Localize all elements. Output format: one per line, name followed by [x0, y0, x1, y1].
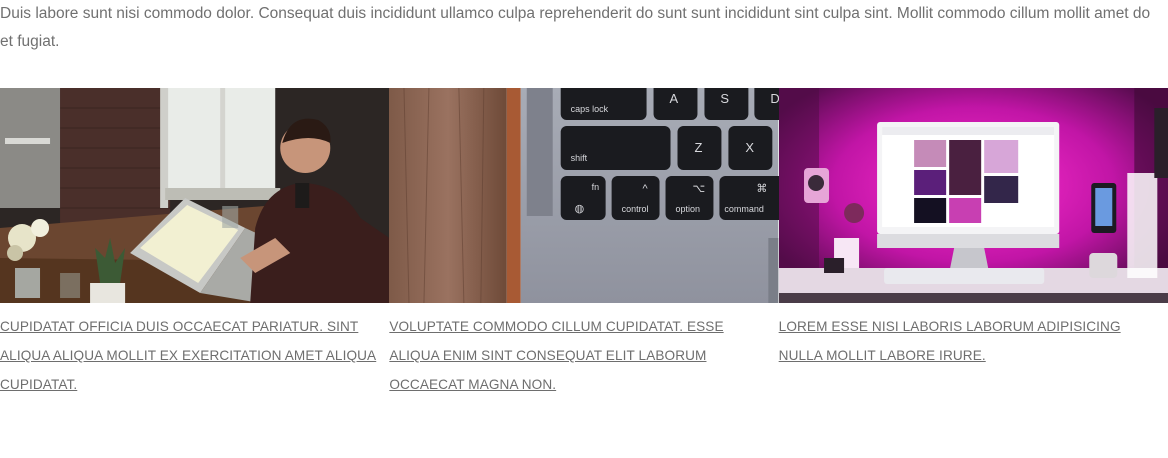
svg-text:D: D: [771, 91, 779, 106]
pink-desk-setup-photo: [778, 88, 1168, 303]
svg-text:control: control: [622, 204, 649, 214]
card-grid: CUPIDATAT OFFICIA DUIS OCCAECAT PARIATUR…: [0, 88, 1168, 399]
card-2-image[interactable]: caps lock A S D shift Z X fn ◍ ^ control…: [389, 88, 779, 303]
card-3-image[interactable]: [778, 88, 1168, 303]
svg-text:Z: Z: [695, 140, 703, 155]
card-1[interactable]: CUPIDATAT OFFICIA DUIS OCCAECAT PARIATUR…: [0, 88, 390, 399]
svg-text:◍: ◍: [575, 203, 585, 215]
intro-paragraph: Duis labore sunt nisi commodo dolor. Con…: [0, 5, 1151, 50]
card-2-caption-link[interactable]: VOLUPTATE COMMODO CILLUM CUPIDATAT. ESSE…: [389, 312, 778, 399]
svg-text:⌘: ⌘: [757, 183, 768, 195]
svg-text:S: S: [721, 91, 730, 106]
svg-text:fn: fn: [592, 182, 599, 192]
person-laptop-photo: [0, 88, 390, 303]
card-1-caption-link[interactable]: CUPIDATAT OFFICIA DUIS OCCAECAT PARIATUR…: [0, 312, 389, 399]
card-3-caption-link[interactable]: LOREM ESSE NISI LABORIS LABORUM ADIPISIC…: [779, 312, 1168, 370]
svg-text:caps lock: caps lock: [571, 104, 609, 114]
keyboard-closeup-photo: caps lock A S D shift Z X fn ◍ ^ control…: [389, 88, 779, 303]
svg-text:⌥: ⌥: [693, 183, 706, 195]
card-3[interactable]: LOREM ESSE NISI LABORIS LABORUM ADIPISIC…: [778, 88, 1168, 399]
svg-text:shift: shift: [571, 153, 588, 163]
svg-text:^: ^: [643, 183, 649, 195]
svg-text:command: command: [725, 204, 764, 214]
card-2[interactable]: caps lock A S D shift Z X fn ◍ ^ control…: [389, 88, 779, 399]
card-1-image[interactable]: [0, 88, 390, 303]
svg-text:A: A: [670, 91, 679, 106]
svg-text:option: option: [676, 204, 700, 214]
svg-text:X: X: [746, 140, 755, 155]
